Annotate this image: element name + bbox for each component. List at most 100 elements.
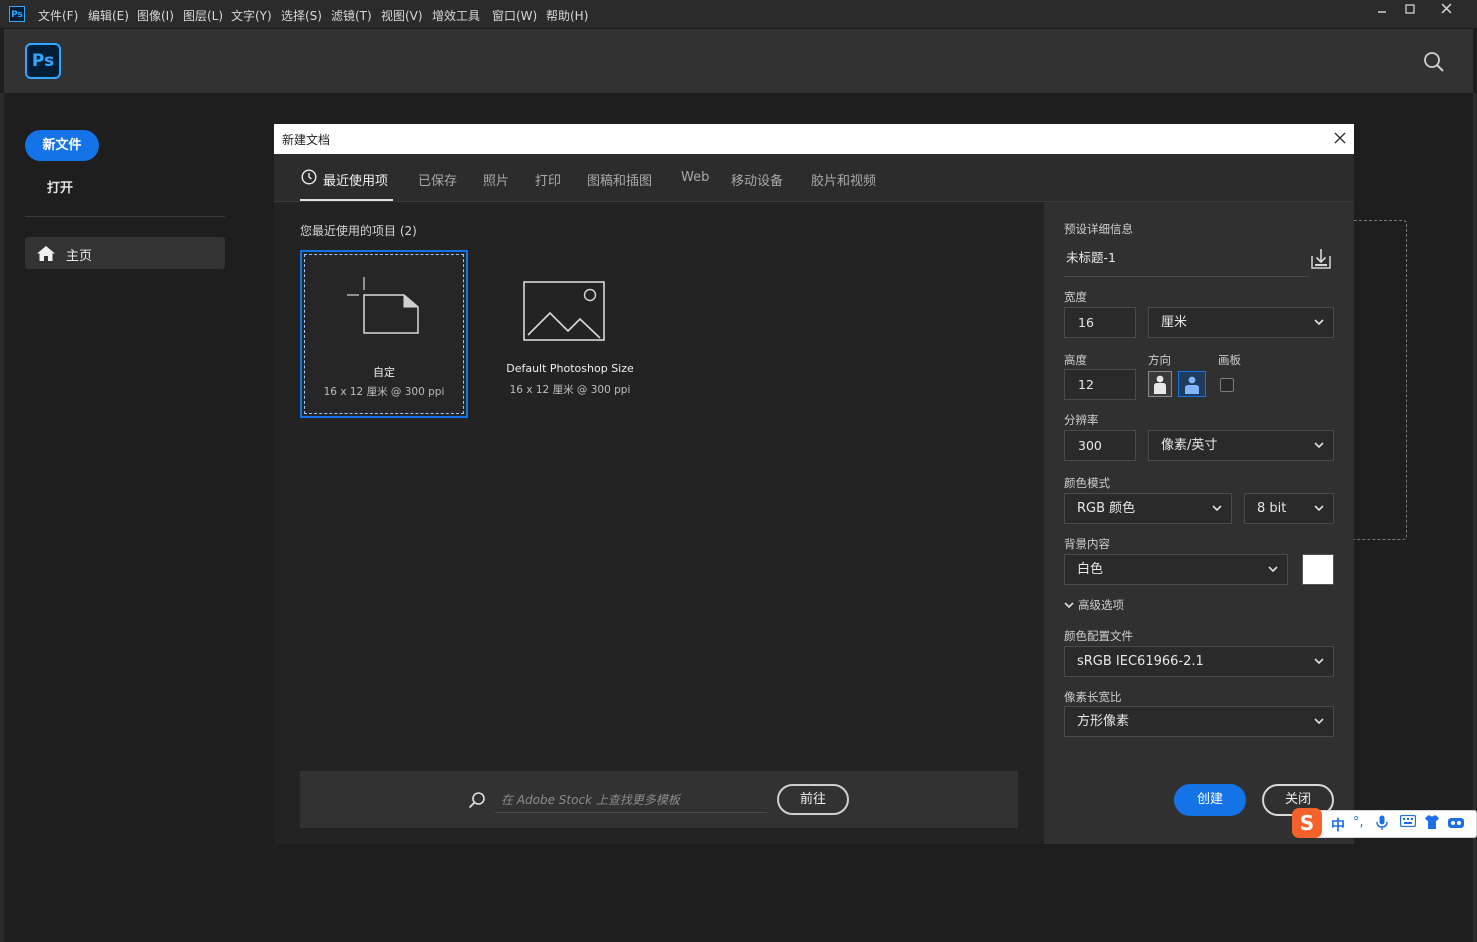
color-profile-select[interactable]: sRGB IEC61966-2.1: [1064, 646, 1334, 677]
preset-card-custom[interactable]: 自定 16 x 12 厘米 @ 300 ppi: [300, 250, 468, 418]
advanced-options-label: 高级选项: [1078, 598, 1124, 612]
home-icon: [37, 246, 55, 261]
microphone-icon[interactable]: [1376, 815, 1388, 834]
preset-details-label: 预设详细信息: [1064, 222, 1133, 236]
menu-help[interactable]: 帮助(H): [546, 7, 588, 24]
new-file-button[interactable]: 新文件: [25, 130, 99, 161]
active-tab-indicator: [300, 199, 393, 201]
tab-web[interactable]: Web: [681, 170, 709, 185]
card-dimensions: 16 x 12 厘米 @ 300 ppi: [323, 386, 445, 398]
minimize-icon[interactable]: [1367, 0, 1397, 20]
keyboard-icon[interactable]: [1399, 814, 1417, 831]
menu-layer[interactable]: 图层(L): [183, 7, 223, 24]
chevron-down-icon: [1314, 442, 1324, 449]
artboard-checkbox[interactable]: [1220, 378, 1234, 392]
toolbox-icon[interactable]: [1447, 815, 1465, 833]
resolution-input[interactable]: 300: [1064, 430, 1136, 461]
preset-tabs: 最近使用项 已保存 照片 打印 图稿和插图 Web 移动设备 胶片和视频: [274, 154, 1354, 202]
sogou-logo-icon[interactable]: S: [1292, 808, 1322, 838]
width-label: 宽度: [1064, 290, 1087, 304]
tab-film-video[interactable]: 胶片和视频: [811, 170, 876, 189]
menu-plugins[interactable]: 增效工具: [432, 7, 480, 24]
chevron-down-icon: [1064, 602, 1074, 609]
chevron-down-icon: [1314, 505, 1324, 512]
preset-details-panel: 预设详细信息 未标题-1 宽度 16 厘米 高度 方向 画板 12 分辨率 30…: [1044, 202, 1354, 844]
menu-edit[interactable]: 编辑(E): [88, 7, 129, 24]
background-label: 背景内容: [1064, 537, 1110, 551]
background-placeholder: [1354, 220, 1407, 540]
ps-logo: Ps: [25, 43, 61, 79]
tab-recent[interactable]: 最近使用项: [323, 170, 388, 189]
skin-icon[interactable]: [1424, 815, 1440, 833]
chevron-down-icon: [1314, 658, 1324, 665]
menu-file[interactable]: 文件(F): [38, 7, 78, 24]
menu-filter[interactable]: 滤镜(T): [331, 7, 372, 24]
sidebar-divider: [25, 216, 225, 217]
document-name-field[interactable]: 未标题-1: [1064, 246, 1309, 277]
menu-view[interactable]: 视图(V): [381, 7, 423, 24]
sidebar-item-home[interactable]: 主页: [25, 237, 225, 269]
close-icon[interactable]: [1431, 0, 1461, 20]
tab-art-illustration[interactable]: 图稿和插图: [587, 170, 652, 189]
clock-icon: [301, 169, 317, 185]
search-icon[interactable]: [1422, 50, 1446, 74]
chevron-down-icon: [1314, 319, 1324, 326]
color-mode-label: 颜色模式: [1064, 476, 1110, 490]
width-input[interactable]: 16: [1064, 307, 1136, 338]
color-profile-label: 颜色配置文件: [1064, 629, 1133, 643]
width-unit-value: 厘米: [1161, 315, 1188, 330]
open-button[interactable]: 打开: [47, 177, 73, 196]
background-select[interactable]: 白色: [1064, 554, 1288, 585]
background-value: 白色: [1077, 562, 1104, 577]
dialog-close-icon[interactable]: [1330, 127, 1350, 149]
stock-search-input[interactable]: [495, 787, 767, 813]
card-dimensions: 16 x 12 厘米 @ 300 ppi: [509, 384, 631, 396]
maximize-icon[interactable]: [1395, 0, 1425, 20]
home-header: [4, 29, 1473, 93]
color-profile-value: sRGB IEC61966-2.1: [1077, 654, 1204, 669]
tab-saved[interactable]: 已保存: [418, 170, 457, 189]
dialog-titlebar: 新建文档: [274, 124, 1354, 154]
punctuation-icon[interactable]: °,: [1353, 815, 1364, 830]
card-name: 自定: [373, 366, 395, 379]
menu-select[interactable]: 选择(S): [281, 7, 322, 24]
landscape-orientation-button[interactable]: [1178, 371, 1206, 397]
go-button[interactable]: 前往: [777, 784, 849, 815]
window-frame-left: [0, 93, 4, 942]
chevron-down-icon: [1314, 718, 1324, 725]
ime-mode-toggle[interactable]: 中: [1331, 815, 1345, 835]
bit-depth-select[interactable]: 8 bit: [1244, 493, 1334, 524]
save-preset-icon[interactable]: [1310, 248, 1332, 270]
orientation-label: 方向: [1148, 353, 1171, 367]
resolution-unit-select[interactable]: 像素/英寸: [1148, 430, 1334, 461]
chevron-down-icon: [1212, 505, 1222, 512]
color-mode-select[interactable]: RGB 颜色: [1064, 493, 1232, 524]
create-button[interactable]: 创建: [1174, 784, 1246, 816]
preset-card-default[interactable]: Default Photoshop Size 16 x 12 厘米 @ 300 …: [486, 250, 654, 418]
height-input[interactable]: 12: [1064, 369, 1136, 400]
menu-image[interactable]: 图像(I): [137, 7, 174, 24]
dialog-title: 新建文档: [282, 133, 331, 147]
resolution-unit-value: 像素/英寸: [1161, 438, 1218, 453]
card-name: Default Photoshop Size: [506, 362, 634, 375]
tab-photo[interactable]: 照片: [483, 170, 509, 189]
portrait-orientation-button[interactable]: [1148, 371, 1172, 397]
width-unit-select[interactable]: 厘米: [1148, 307, 1334, 338]
stock-search-bar: 前往: [300, 771, 1018, 828]
color-mode-value: RGB 颜色: [1077, 501, 1136, 516]
background-color-swatch[interactable]: [1302, 554, 1334, 585]
tab-print[interactable]: 打印: [535, 170, 561, 189]
menu-bar: Ps 文件(F) 编辑(E) 图像(I) 图层(L) 文字(Y) 选择(S) 滤…: [0, 0, 1477, 29]
resolution-label: 分辨率: [1064, 413, 1099, 427]
menu-type[interactable]: 文字(Y): [231, 7, 272, 24]
pixel-aspect-select[interactable]: 方形像素: [1064, 706, 1334, 737]
height-label: 高度: [1064, 353, 1087, 367]
app-icon[interactable]: Ps: [9, 6, 25, 22]
menu-window[interactable]: 窗口(W): [492, 7, 537, 24]
sidebar-item-label: 主页: [66, 249, 93, 264]
artboard-label: 画板: [1218, 353, 1241, 367]
chevron-down-icon: [1268, 566, 1278, 573]
tab-mobile[interactable]: 移动设备: [731, 170, 783, 189]
image-icon: [523, 281, 605, 341]
recent-items-title: 您最近使用的项目 (2): [300, 224, 417, 238]
